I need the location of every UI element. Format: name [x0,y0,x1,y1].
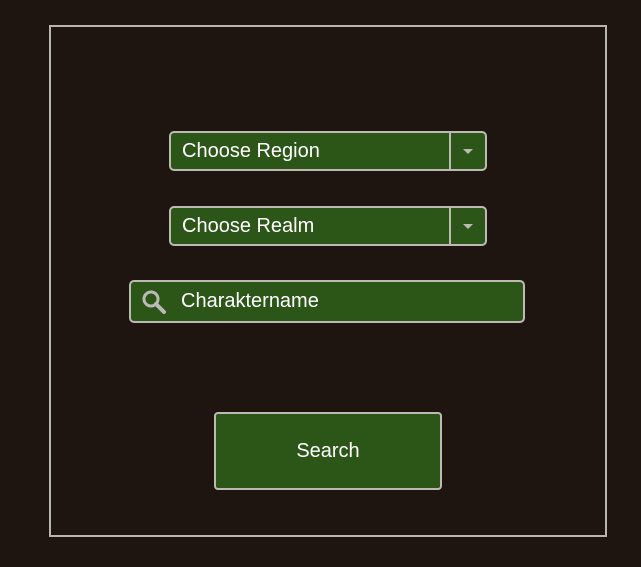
search-button[interactable]: Search [214,412,442,490]
character-name-input[interactable] [168,282,523,321]
realm-select-dropdown-toggle[interactable] [449,208,485,244]
realm-select-label: Choose Realm [182,215,315,237]
region-select-label: Choose Region [182,140,320,162]
region-select-dropdown-toggle[interactable] [449,133,485,169]
search-icon [140,288,168,316]
region-select[interactable]: Choose Region [169,131,487,171]
character-search-field[interactable] [129,280,525,323]
chevron-down-icon [463,223,473,229]
realm-select[interactable]: Choose Realm [169,206,487,246]
chevron-down-icon [463,148,473,154]
